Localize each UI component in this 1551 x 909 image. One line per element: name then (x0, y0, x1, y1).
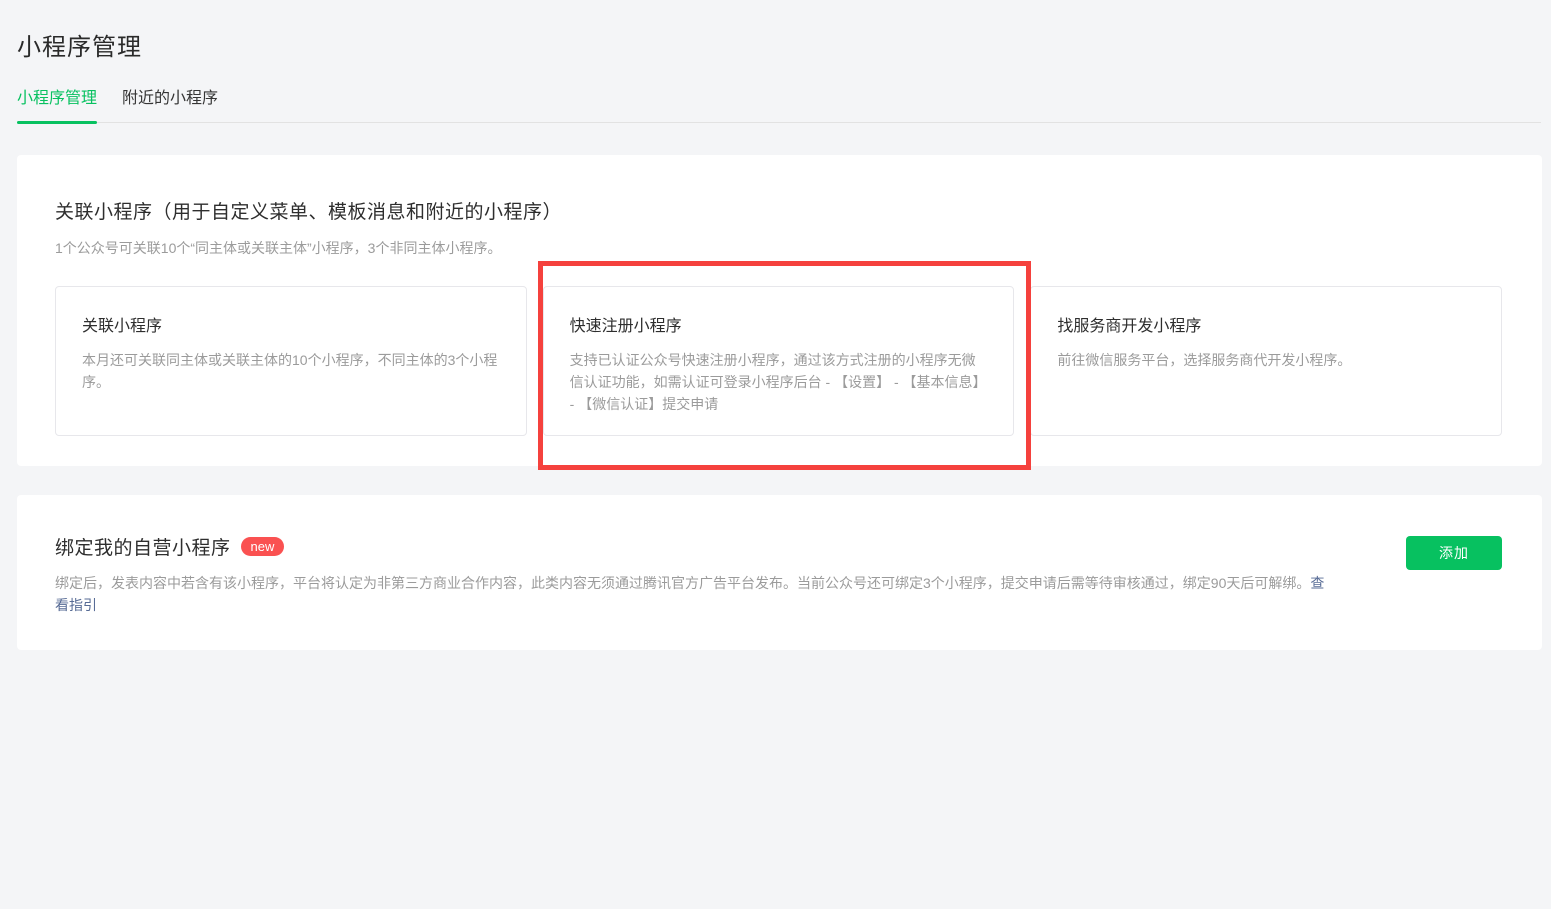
quick-register-mini-program-card[interactable]: 快速注册小程序 支持已认证公众号快速注册小程序，通过该方式注册的小程序无微信认证… (543, 286, 1015, 436)
mini-program-management-page: 小程序管理 小程序管理 附近的小程序 关联小程序（用于自定义菜单、模板消息和附近… (0, 0, 1551, 909)
card-description: 前往微信服务平台，选择服务商代开发小程序。 (1057, 349, 1475, 371)
card-title: 找服务商开发小程序 (1057, 312, 1475, 336)
card-description: 支持已认证公众号快速注册小程序，通过该方式注册的小程序无微信认证功能，如需认证可… (570, 349, 988, 415)
tab-nearby-mini-programs[interactable]: 附近的小程序 (122, 84, 218, 122)
tabs-bar: 小程序管理 附近的小程序 (17, 84, 1541, 123)
new-badge: new (241, 537, 285, 556)
associate-mini-program-card[interactable]: 关联小程序 本月还可关联同主体或关联主体的10个小程序，不同主体的3个小程序。 (55, 286, 527, 436)
bind-section-description: 绑定后，发表内容中若含有该小程序，平台将认定为非第三方商业合作内容，此类内容无须… (55, 572, 1333, 616)
bind-title-row: 绑定我的自营小程序 new (55, 533, 1502, 560)
associate-section-subtitle: 1个公众号可关联10个“同主体或关联主体”小程序，3个非同主体小程序。 (55, 238, 1502, 258)
card-description: 本月还可关联同主体或关联主体的10个小程序，不同主体的3个小程序。 (82, 349, 500, 393)
associate-mini-program-panel: 关联小程序（用于自定义菜单、模板消息和附近的小程序） 1个公众号可关联10个“同… (17, 155, 1542, 466)
card-title: 关联小程序 (82, 312, 500, 336)
associate-section-title: 关联小程序（用于自定义菜单、模板消息和附近的小程序） (55, 197, 1502, 224)
add-button[interactable]: 添加 (1406, 536, 1502, 570)
service-provider-develop-card[interactable]: 找服务商开发小程序 前往微信服务平台，选择服务商代开发小程序。 (1030, 286, 1502, 436)
bind-section-title: 绑定我的自营小程序 (55, 533, 231, 560)
page-title: 小程序管理 (17, 27, 142, 62)
bind-description-text: 绑定后，发表内容中若含有该小程序，平台将认定为非第三方商业合作内容，此类内容无须… (55, 575, 1310, 591)
card-title: 快速注册小程序 (570, 312, 988, 336)
bind-own-mini-program-panel: 绑定我的自营小程序 new 绑定后，发表内容中若含有该小程序，平台将认定为非第三… (17, 495, 1542, 650)
tab-mini-program-management[interactable]: 小程序管理 (17, 84, 97, 122)
option-cards-row: 关联小程序 本月还可关联同主体或关联主体的10个小程序，不同主体的3个小程序。 … (55, 286, 1502, 436)
